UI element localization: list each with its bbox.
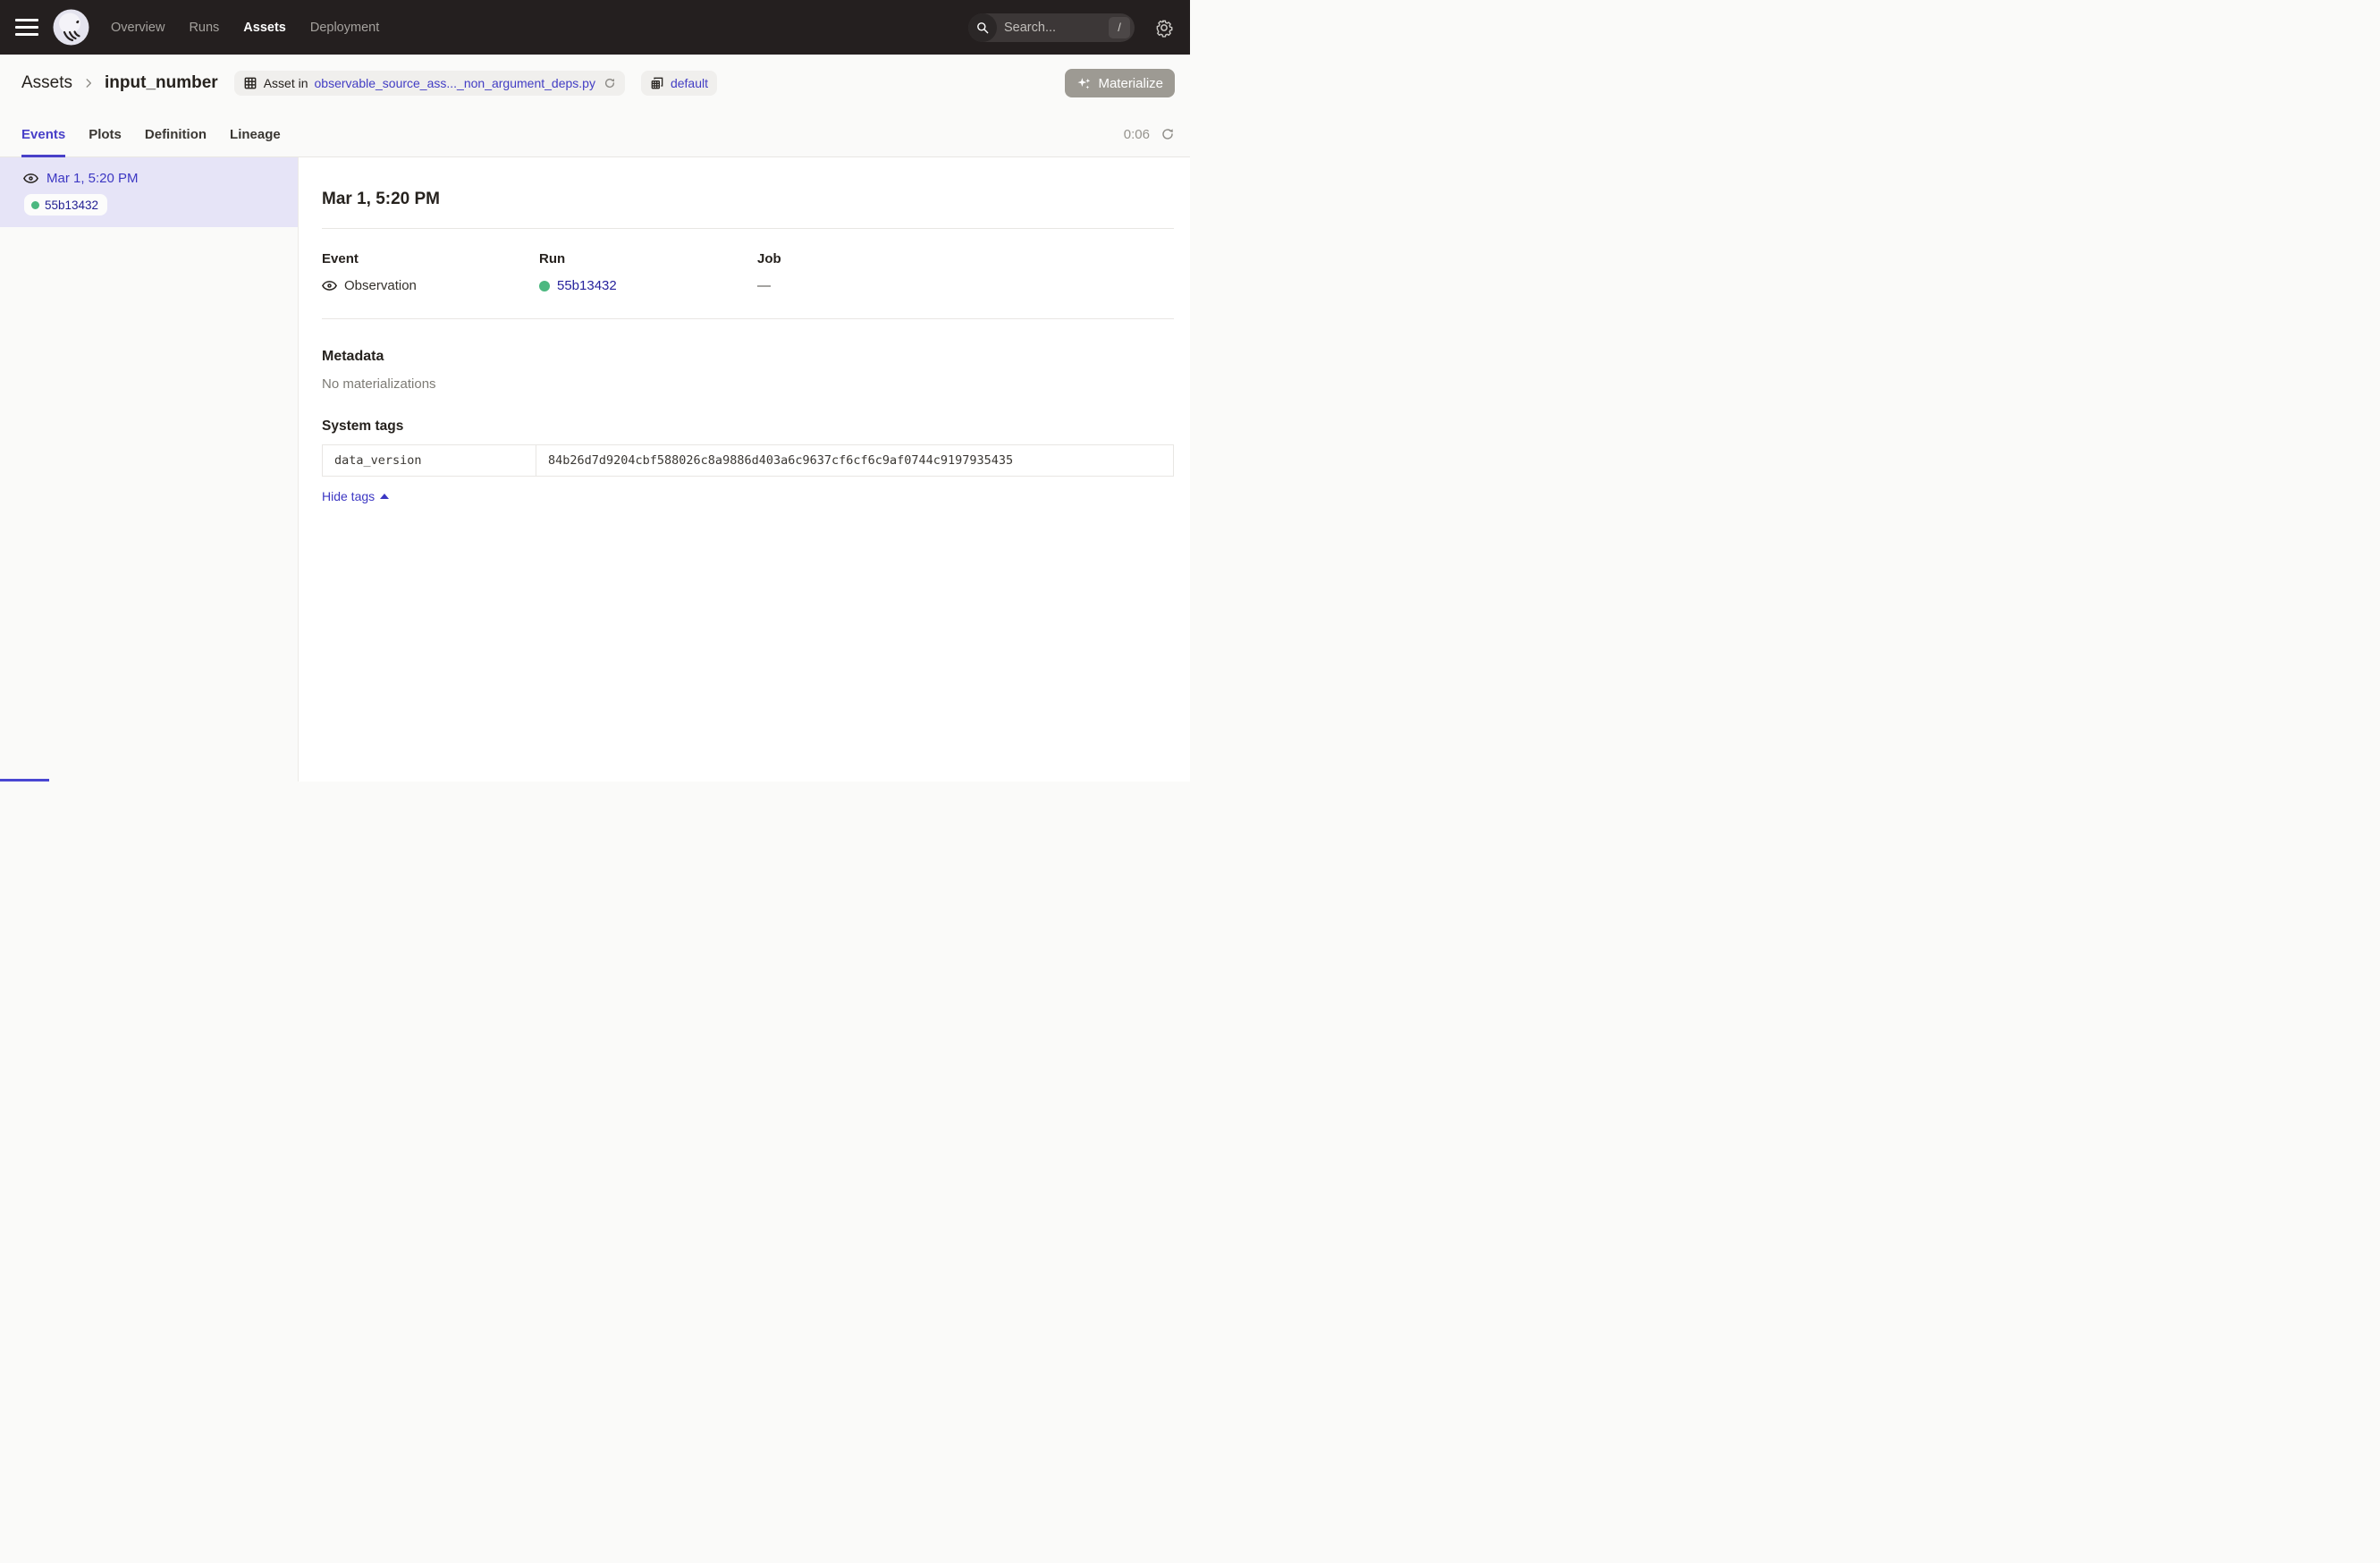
observation-eye-icon bbox=[322, 278, 337, 293]
sparkle-icon bbox=[1076, 76, 1092, 91]
refresh-icon[interactable] bbox=[1160, 127, 1175, 141]
system-tags-table: data_version 84b26d7d9204cbf588026c8a988… bbox=[322, 444, 1174, 477]
breadcrumb: Assets input_number Asset in observable_… bbox=[0, 55, 1190, 112]
code-location-link[interactable]: observable_source_ass..._non_argument_de… bbox=[315, 76, 595, 90]
nav-deployment[interactable]: Deployment bbox=[310, 21, 379, 35]
tag-key-cell: data_version bbox=[323, 445, 536, 477]
system-tags-header: System tags bbox=[322, 418, 1174, 435]
nav-assets[interactable]: Assets bbox=[243, 21, 286, 35]
job-column-header: Job bbox=[757, 251, 1174, 266]
tab-lineage[interactable]: Lineage bbox=[230, 112, 281, 156]
asset-group-icon bbox=[650, 76, 664, 90]
nav-overview[interactable]: Overview bbox=[111, 21, 165, 35]
top-navigation-bar: Overview Runs Assets Deployment Search..… bbox=[0, 0, 1190, 55]
tab-events[interactable]: Events bbox=[21, 112, 65, 156]
search-input[interactable]: Search... / bbox=[968, 13, 1135, 42]
observation-eye-icon bbox=[23, 171, 38, 186]
refresh-countdown: 0:06 bbox=[1124, 127, 1150, 142]
materialize-label: Materialize bbox=[1098, 76, 1163, 91]
asset-tabs: Events Plots Definition Lineage 0:06 bbox=[0, 112, 1190, 157]
chevron-right-icon bbox=[82, 77, 95, 89]
run-id-pill[interactable]: 55b13432 bbox=[24, 194, 107, 215]
asset-grid-icon bbox=[243, 76, 257, 90]
primary-nav: Overview Runs Assets Deployment bbox=[111, 21, 379, 35]
reload-definition-icon[interactable] bbox=[603, 77, 616, 89]
materialize-button[interactable]: Materialize bbox=[1065, 69, 1175, 97]
horizontal-scroll-indicator[interactable] bbox=[0, 779, 49, 782]
page-title: input_number bbox=[105, 73, 218, 93]
breadcrumb-assets-link[interactable]: Assets bbox=[21, 73, 72, 93]
hide-tags-label: Hide tags bbox=[322, 489, 375, 503]
menu-icon[interactable] bbox=[15, 19, 38, 36]
nav-runs[interactable]: Runs bbox=[189, 21, 219, 35]
metadata-empty-text: No materializations bbox=[322, 376, 1174, 392]
divider bbox=[322, 318, 1174, 319]
settings-gear-icon[interactable] bbox=[1154, 18, 1174, 38]
event-detail-title: Mar 1, 5:20 PM bbox=[322, 190, 1174, 209]
tag-value-cell: 84b26d7d9204cbf588026c8a9886d403a6c9637c… bbox=[536, 445, 1174, 477]
job-empty-value: — bbox=[757, 278, 771, 293]
run-status-dot bbox=[539, 281, 550, 291]
group-pill[interactable]: default bbox=[641, 71, 717, 96]
dagster-logo-icon[interactable] bbox=[53, 9, 89, 46]
run-status-dot bbox=[31, 201, 39, 209]
search-placeholder: Search... bbox=[1004, 21, 1109, 35]
tab-plots[interactable]: Plots bbox=[89, 112, 122, 156]
table-row: data_version 84b26d7d9204cbf588026c8a988… bbox=[323, 445, 1174, 477]
tab-definition[interactable]: Definition bbox=[145, 112, 207, 156]
hide-tags-link[interactable]: Hide tags bbox=[322, 489, 389, 503]
event-detail-panel: Mar 1, 5:20 PM Event Observation Run bbox=[299, 157, 1190, 782]
event-column-header: Event bbox=[322, 251, 539, 266]
event-list-item[interactable]: Mar 1, 5:20 PM 55b13432 bbox=[0, 157, 298, 227]
run-id-label: 55b13432 bbox=[45, 199, 98, 212]
asset-in-label: Asset in bbox=[264, 76, 308, 90]
search-icon bbox=[968, 13, 997, 42]
event-timestamp: Mar 1, 5:20 PM bbox=[46, 171, 139, 186]
group-default-link[interactable]: default bbox=[671, 76, 708, 90]
run-id-link[interactable]: 55b13432 bbox=[557, 278, 617, 293]
event-type-value: Observation bbox=[344, 278, 417, 293]
metadata-header: Metadata bbox=[322, 349, 1174, 365]
asset-definition-pill: Asset in observable_source_ass..._non_ar… bbox=[234, 71, 625, 96]
caret-up-icon bbox=[380, 494, 389, 499]
divider bbox=[322, 228, 1174, 229]
events-sidebar: Mar 1, 5:20 PM 55b13432 bbox=[0, 157, 299, 782]
search-shortcut-badge: / bbox=[1109, 17, 1130, 38]
run-column-header: Run bbox=[539, 251, 757, 266]
